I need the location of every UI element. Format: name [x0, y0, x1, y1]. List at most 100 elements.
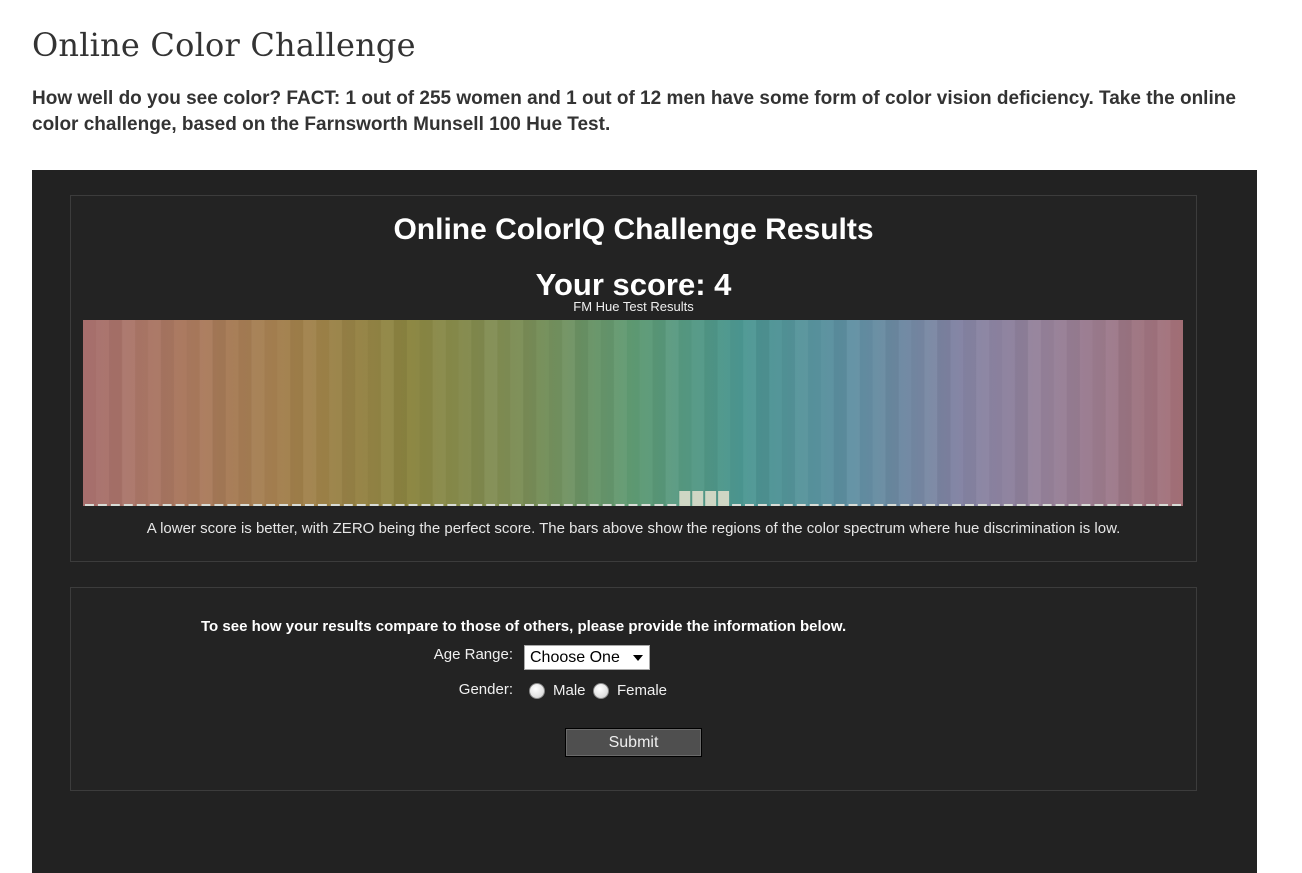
cap-stripe — [419, 320, 432, 506]
age-range-select[interactable]: Choose One — [524, 645, 650, 670]
cap-baseline-tick — [1081, 504, 1091, 506]
gender-female-label[interactable]: Female — [617, 682, 667, 699]
cap-baseline-tick — [628, 504, 638, 506]
cap-baseline-tick — [382, 504, 392, 506]
cap-baseline-tick — [939, 504, 949, 506]
cap-baseline-tick — [162, 504, 172, 506]
page-title: Online Color Challenge — [32, 26, 416, 64]
cap-stripe — [212, 320, 226, 506]
gender-label: Gender: — [458, 681, 513, 698]
gender-male-label[interactable]: Male — [553, 682, 586, 699]
cap-stripe — [316, 320, 329, 506]
hue-spectrum-chart — [83, 320, 1183, 506]
form-prompt: To see how your results compare to those… — [201, 618, 847, 635]
cap-baseline-tick — [1029, 504, 1039, 506]
cap-stripe — [341, 320, 356, 506]
cap-baseline-tick — [149, 504, 159, 506]
cap-baseline-tick — [1133, 504, 1143, 506]
error-bar — [718, 491, 730, 506]
cap-stripe — [303, 320, 317, 506]
cap-stripe — [432, 320, 446, 506]
cap-baseline-tick — [822, 504, 832, 506]
cap-stripe — [562, 320, 575, 506]
cap-baseline-tick — [1016, 504, 1026, 506]
gender-male-radio[interactable] — [529, 683, 545, 699]
submit-button[interactable]: Submit — [565, 728, 702, 757]
cap-stripe — [187, 320, 200, 506]
intro-text: How well do you see color? FACT: 1 out o… — [32, 88, 1236, 135]
cap-baseline-tick — [175, 504, 185, 506]
cap-baseline-tick — [745, 504, 754, 506]
cap-stripe — [627, 320, 640, 506]
cap-baseline-tick — [835, 504, 845, 506]
cap-baseline-tick — [563, 504, 573, 506]
cap-stripe — [885, 320, 899, 506]
cap-baseline-tick — [965, 504, 974, 506]
cap-stripe — [251, 320, 265, 506]
score-explanation: A lower score is better, with ZERO being… — [146, 520, 1121, 537]
cap-baseline-tick — [85, 504, 94, 506]
cap-stripe — [329, 320, 342, 506]
cap-baseline-tick — [240, 504, 250, 506]
cap-baseline-tick — [201, 504, 211, 506]
cap-baseline-tick — [110, 504, 120, 506]
cap-baseline-tick — [123, 504, 133, 506]
cap-stripe — [588, 320, 601, 506]
cap-stripe — [808, 320, 821, 506]
cap-baseline-tick — [1042, 504, 1052, 506]
cap-baseline-tick — [1172, 504, 1181, 506]
cap-stripe — [924, 320, 937, 506]
cap-baseline-tick — [1094, 504, 1104, 506]
cap-baseline-tick — [279, 504, 289, 506]
cap-stripe — [277, 320, 290, 506]
cap-baseline-tick — [602, 504, 612, 506]
cap-baseline-tick — [369, 504, 379, 506]
cap-baseline-tick — [589, 504, 599, 506]
cap-baseline-tick — [499, 504, 509, 506]
cap-baseline-tick — [330, 504, 340, 506]
cap-baseline-tick — [227, 504, 237, 506]
cap-baseline-tick — [990, 504, 1000, 506]
cap-stripe — [665, 320, 679, 506]
cap-stripe — [407, 320, 420, 506]
cap-baseline-tick — [615, 504, 625, 506]
cap-stripe — [1105, 320, 1118, 506]
cap-stripe — [484, 320, 498, 506]
cap-baseline-tick — [887, 504, 897, 506]
cap-stripe — [1066, 320, 1080, 506]
cap-baseline-tick — [97, 504, 107, 506]
cap-stripe — [1041, 320, 1054, 506]
cap-stripe — [1144, 320, 1157, 506]
cap-baseline-tick — [654, 504, 664, 506]
cap-stripe — [769, 320, 782, 506]
cap-stripe — [794, 320, 809, 506]
cap-baseline-tick — [952, 504, 961, 506]
cap-baseline-tick — [1055, 504, 1065, 506]
cap-stripe — [691, 320, 704, 506]
error-bar — [679, 491, 691, 506]
cap-stripe — [601, 320, 614, 506]
cap-baseline-tick — [447, 504, 457, 506]
cap-stripe — [821, 320, 834, 506]
cap-baseline-tick — [550, 504, 560, 506]
cap-stripe — [536, 320, 549, 506]
cap-stripe — [755, 320, 770, 506]
cap-stripe — [911, 320, 924, 506]
age-range-label: Age Range: — [433, 646, 513, 663]
cap-stripe — [549, 320, 562, 506]
cap-stripe — [1170, 320, 1183, 506]
cap-stripe — [1118, 320, 1132, 506]
cap-baseline-tick — [783, 504, 793, 506]
cap-stripe — [834, 320, 847, 506]
cap-baseline-tick — [667, 504, 677, 506]
cap-stripe — [1079, 320, 1092, 506]
cap-stripe — [859, 320, 872, 506]
cap-baseline-tick — [486, 504, 496, 506]
cap-stripe — [510, 320, 523, 506]
cap-baseline-tick — [732, 504, 741, 506]
gender-female-radio[interactable] — [593, 683, 609, 699]
cap-stripe — [393, 320, 408, 506]
cap-baseline-tick — [770, 504, 780, 506]
cap-baseline-tick — [537, 504, 547, 506]
cap-baseline-tick — [1068, 504, 1078, 506]
